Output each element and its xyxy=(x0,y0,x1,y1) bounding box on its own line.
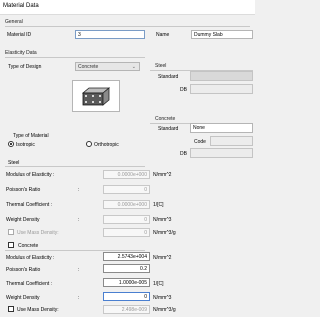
orthotropic-label: Orthotropic xyxy=(94,142,119,148)
concrete-props-divider xyxy=(5,250,145,251)
steel-modulus-label: Modulus of Elasticity : xyxy=(6,172,55,178)
type-of-design-value: Concrete xyxy=(78,64,99,70)
elasticity-section-label: Elasticity Data xyxy=(5,50,37,56)
concrete-weight-field[interactable]: 0 xyxy=(103,292,150,301)
material-id-label: Material ID xyxy=(7,32,32,38)
isotropic-label: Isotropic xyxy=(16,142,35,148)
type-of-material-label: Type of Material xyxy=(13,133,49,139)
type-of-design-select[interactable]: Concrete ⌄ xyxy=(75,62,140,71)
steel-standard-select[interactable] xyxy=(190,71,253,81)
window-title: Material Data xyxy=(3,3,39,9)
concrete-db-label: DB xyxy=(180,151,187,157)
concrete-poisson-label: Poisson's Ratio xyxy=(6,267,41,273)
steel-mass-field[interactable]: 0 xyxy=(103,228,150,237)
title-bar: Material Data xyxy=(0,0,255,15)
steel-poisson-colon: : xyxy=(78,187,80,193)
concrete-section-icon xyxy=(81,87,111,106)
name-label: Name xyxy=(156,32,170,38)
elasticity-divider xyxy=(5,57,145,58)
steel-weight-unit: N/mm^3 xyxy=(153,217,172,223)
steel-thermal-field[interactable]: 0.0000e+000 xyxy=(103,200,150,209)
concrete-weight-label: Weight Density xyxy=(6,295,40,301)
isotropic-radio[interactable] xyxy=(8,141,14,147)
concrete-poisson-field[interactable]: 0.2 xyxy=(103,264,150,273)
concrete-weight-unit: N/mm^3 xyxy=(153,295,172,301)
steel-mass-unit: N/mm^3/g xyxy=(153,230,176,236)
concrete-code-select[interactable] xyxy=(210,136,253,146)
steel-poisson-label: Poisson's Ratio xyxy=(6,187,41,193)
name-field[interactable]: Dummy Slab xyxy=(191,30,253,39)
concrete-db-select[interactable] xyxy=(190,148,253,158)
concrete-poisson-colon: : xyxy=(78,267,80,273)
steel-props-divider xyxy=(5,166,145,167)
steel-poisson-field[interactable]: 0 xyxy=(103,185,150,194)
concrete-use-mass-checkbox[interactable] xyxy=(8,306,14,312)
steel-panel-label: Steel xyxy=(155,63,167,69)
section-preview-image xyxy=(72,80,120,112)
concrete-modulus-field[interactable]: 2.5743e+004 xyxy=(103,252,150,261)
concrete-standard-value: None xyxy=(193,125,205,131)
type-of-design-label: Type of Design xyxy=(8,64,42,70)
steel-use-mass-label: Use Mass Density: xyxy=(17,230,59,236)
concrete-standard-label: Standard xyxy=(158,126,179,132)
concrete-standard-select[interactable]: None xyxy=(190,123,253,133)
steel-use-mass-checkbox[interactable] xyxy=(8,229,14,235)
concrete-props-label: Concrete xyxy=(18,243,39,249)
material-id-field[interactable]: 3 xyxy=(75,30,145,39)
concrete-panel-label: Concrete xyxy=(155,116,176,122)
concrete-thermal-label: Thermal Coefficient : xyxy=(6,281,53,287)
orthotropic-radio[interactable] xyxy=(86,141,92,147)
concrete-thermal-unit: 1/[C] xyxy=(153,281,164,287)
steel-weight-label: Weight Density xyxy=(6,217,40,223)
concrete-weight-colon: : xyxy=(78,295,80,301)
concrete-checkbox[interactable] xyxy=(8,242,14,248)
chevron-down-icon: ⌄ xyxy=(131,64,136,70)
steel-weight-colon: : xyxy=(78,217,80,223)
steel-weight-field[interactable]: 0 xyxy=(103,215,150,224)
steel-db-select[interactable] xyxy=(190,84,253,94)
steel-modulus-unit: N/mm^2 xyxy=(153,172,172,178)
steel-modulus-field[interactable]: 0.0000e+000 xyxy=(103,170,150,179)
concrete-thermal-field[interactable]: 1.0000e-005 xyxy=(103,278,150,287)
steel-thermal-label: Thermal Coefficient : xyxy=(6,202,53,208)
general-section-label: General xyxy=(5,19,23,25)
concrete-modulus-unit: N/mm^2 xyxy=(153,255,172,261)
concrete-mass-unit: N/mm^3/g xyxy=(153,307,176,313)
general-divider xyxy=(5,26,250,27)
steel-thermal-unit: 1/[C] xyxy=(153,202,164,208)
steel-standard-label: Standard xyxy=(158,74,179,80)
concrete-mass-field[interactable]: 2.498e-009 xyxy=(103,305,150,314)
concrete-modulus-label: Modulus of Elasticity : xyxy=(6,255,55,261)
concrete-use-mass-label: Use Mass Density: xyxy=(17,307,59,313)
steel-db-label: DB xyxy=(180,87,187,93)
concrete-code-label: Code xyxy=(194,139,206,145)
